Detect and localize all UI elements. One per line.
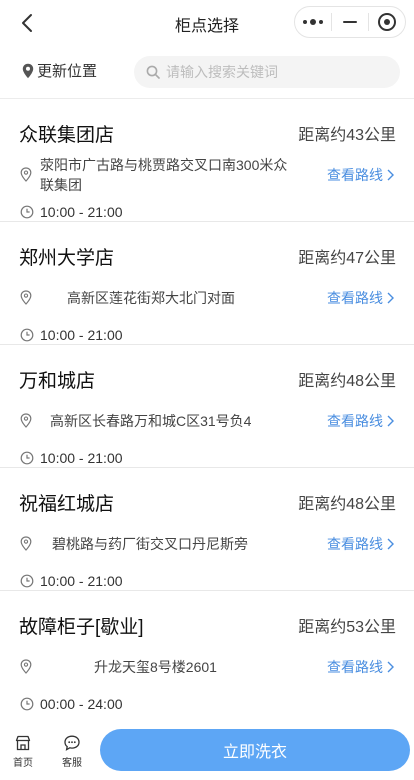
store-address: 碧桃路与药厂街交叉口丹尼斯旁 [52, 536, 248, 552]
tab-home-label: 首页 [13, 758, 33, 769]
chat-bubble-icon [64, 735, 80, 751]
tab-customer-service[interactable]: 客服 [52, 734, 92, 769]
store-hours: 10:00 - 21:00 [40, 327, 123, 343]
close-program-button[interactable] [369, 7, 405, 37]
chevron-right-icon [387, 415, 394, 427]
view-route-button[interactable]: 查看路线 [327, 411, 394, 431]
store-hours: 10:00 - 21:00 [40, 450, 123, 466]
search-icon [146, 65, 160, 79]
location-pin-icon [20, 536, 32, 551]
store-distance: 距离约48公里 [298, 373, 396, 390]
view-route-label: 查看路线 [327, 290, 383, 306]
store-list: 众联集团店 距离约43公里 荥阳市广古路与桃贾路交叉口南300米众联集团 查看路… [0, 99, 414, 714]
store-hours: 10:00 - 21:00 [40, 204, 123, 220]
location-pin-icon [20, 290, 32, 305]
store-address: 荥阳市广古路与桃贾路交叉口南300米众联集团 [40, 157, 288, 193]
store-item[interactable]: 故障柜子[歇业] 距离约53公里 升龙天玺8号楼2601 查看路线 00:00 … [0, 591, 414, 714]
wash-now-button[interactable]: 立即洗衣 [100, 729, 410, 771]
update-location-button[interactable]: 更新位置 [22, 60, 97, 81]
view-route-button[interactable]: 查看路线 [327, 534, 394, 554]
clock-icon [20, 697, 34, 711]
view-route-button[interactable]: 查看路线 [327, 165, 394, 185]
search-input[interactable] [166, 64, 386, 80]
clock-icon [20, 451, 34, 465]
clock-icon [20, 574, 34, 588]
view-route-button[interactable]: 查看路线 [327, 288, 394, 308]
minimize-button[interactable] [332, 7, 368, 37]
view-route-label: 查看路线 [327, 536, 383, 552]
store-hours: 10:00 - 21:00 [40, 573, 123, 589]
store-hours: 00:00 - 24:00 [40, 696, 123, 712]
store-item[interactable]: 祝福红城店 距离约48公里 碧桃路与药厂街交叉口丹尼斯旁 查看路线 10:00 … [0, 468, 414, 591]
home-store-icon [15, 735, 31, 751]
view-route-label: 查看路线 [327, 167, 383, 183]
store-address: 高新区长春路万和城C区31号负4 [50, 413, 252, 429]
nav-bar: 柜点选择 [0, 0, 414, 46]
store-name: 众联集团店 [19, 125, 115, 146]
store-distance: 距离约48公里 [298, 496, 396, 513]
store-item[interactable]: 郑州大学店 距离约47公里 高新区莲花街郑大北门对面 查看路线 10:00 - … [0, 222, 414, 345]
clock-icon [20, 205, 34, 219]
bottom-bar: 首页 客服 立即洗衣 [0, 728, 414, 780]
store-address: 升龙天玺8号楼2601 [94, 659, 217, 675]
mini-program-capsule [294, 6, 406, 38]
store-item[interactable]: 众联集团店 距离约43公里 荥阳市广古路与桃贾路交叉口南300米众联集团 查看路… [0, 99, 414, 222]
update-location-label: 更新位置 [37, 63, 98, 80]
more-button[interactable] [295, 7, 331, 37]
target-icon [378, 13, 396, 31]
view-route-label: 查看路线 [327, 659, 383, 675]
location-pin-icon [20, 659, 32, 674]
store-name: 万和城店 [19, 371, 96, 392]
minimize-icon [343, 21, 357, 23]
chevron-right-icon [387, 169, 394, 181]
store-name: 郑州大学店 [19, 248, 115, 269]
store-distance: 距离约47公里 [298, 250, 396, 267]
location-pin-icon [20, 167, 32, 182]
search-box[interactable] [134, 56, 400, 88]
tab-customer-service-label: 客服 [62, 758, 82, 769]
store-distance: 距离约53公里 [298, 619, 396, 636]
store-distance: 距离约43公里 [298, 127, 396, 144]
location-pin-icon [22, 63, 34, 78]
store-name: 祝福红城店 [19, 494, 115, 515]
view-route-button[interactable]: 查看路线 [327, 657, 394, 677]
store-name: 故障柜子[歇业] [19, 617, 144, 638]
search-row: 更新位置 [0, 54, 414, 92]
chevron-right-icon [387, 661, 394, 673]
view-route-label: 查看路线 [327, 413, 383, 429]
more-dots-icon [303, 19, 323, 25]
location-pin-icon [20, 413, 32, 428]
chevron-right-icon [387, 292, 394, 304]
tab-home[interactable]: 首页 [3, 734, 43, 769]
clock-icon [20, 328, 34, 342]
store-item[interactable]: 万和城店 距离约48公里 高新区长春路万和城C区31号负4 查看路线 10:00… [0, 345, 414, 468]
chevron-right-icon [387, 538, 394, 550]
store-address: 高新区莲花街郑大北门对面 [67, 290, 235, 306]
